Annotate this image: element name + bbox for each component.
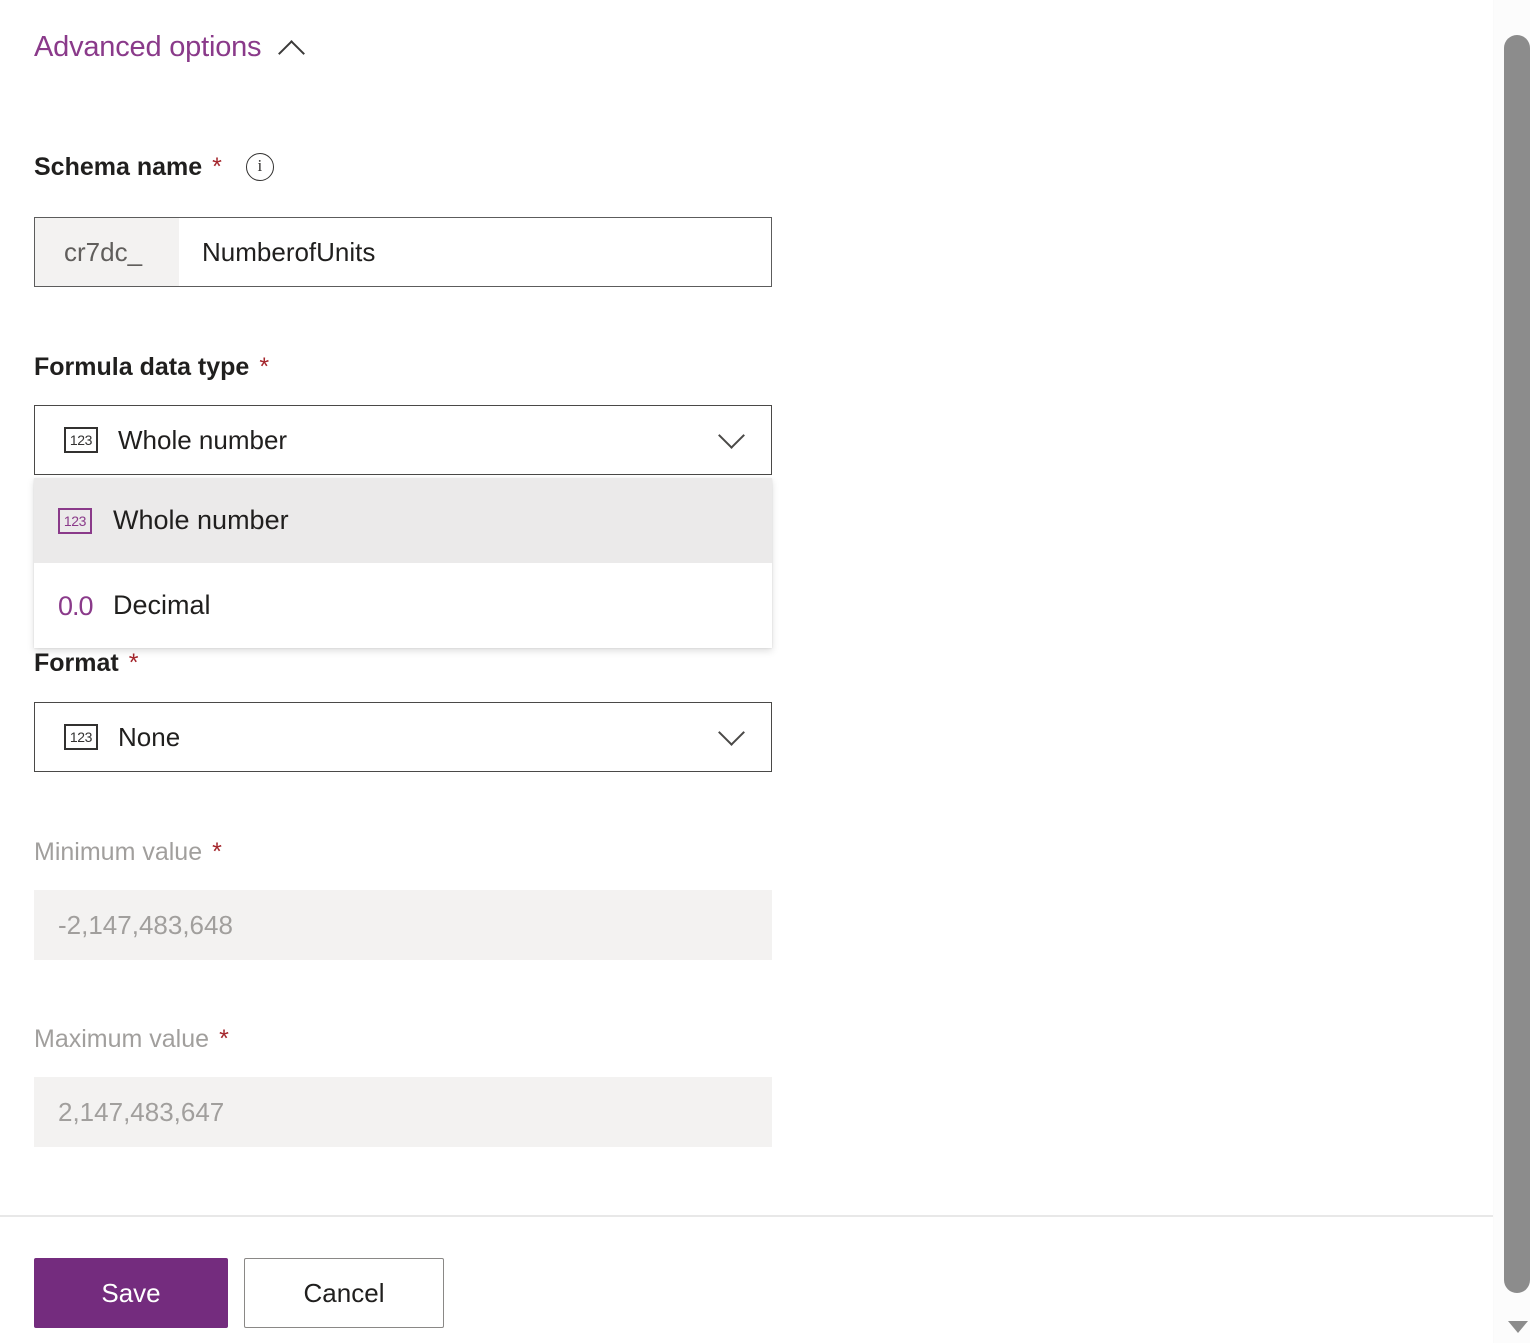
number-123-icon [64, 724, 98, 750]
chevron-down-icon[interactable] [719, 721, 745, 747]
formula-data-type-required-mark: * [259, 352, 269, 382]
dropdown-option-label: Whole number [113, 505, 289, 536]
dropdown-option-whole-number[interactable]: Whole number [34, 478, 772, 563]
format-label-text: Format [34, 648, 119, 678]
footer-divider [0, 1215, 1494, 1217]
schema-name-label: Schema name * [34, 152, 274, 182]
minimum-value-required-mark: * [212, 837, 222, 867]
maximum-value-label-text: Maximum value [34, 1024, 209, 1054]
dropdown-option-label: Decimal [113, 590, 211, 621]
schema-name-input[interactable]: NumberofUnits [179, 218, 771, 286]
format-selected-value: None [118, 722, 180, 753]
minimum-value-input[interactable]: -2,147,483,648 [34, 890, 772, 960]
advanced-options-toggle[interactable]: Advanced options [34, 30, 307, 64]
format-required-mark: * [129, 648, 139, 678]
number-123-icon [58, 508, 92, 534]
schema-name-required-mark: * [212, 152, 222, 182]
schema-name-label-text: Schema name [34, 152, 202, 182]
scroll-down-arrow-icon[interactable] [1508, 1321, 1528, 1333]
chevron-down-icon[interactable] [719, 424, 745, 450]
schema-name-prefix: cr7dc_ [35, 218, 179, 286]
scrollbar-thumb[interactable] [1504, 35, 1530, 1293]
minimum-value-label: Minimum value * [34, 837, 222, 867]
maximum-value-input[interactable]: 2,147,483,647 [34, 1077, 772, 1147]
formula-data-type-combobox[interactable]: Whole number [34, 405, 772, 475]
chevron-up-icon [277, 32, 307, 62]
formula-data-type-selected-value: Whole number [118, 425, 287, 456]
advanced-options-label: Advanced options [34, 30, 261, 64]
cancel-button[interactable]: Cancel [244, 1258, 444, 1328]
maximum-value-required-mark: * [219, 1024, 229, 1054]
save-button[interactable]: Save [34, 1258, 228, 1328]
minimum-value-label-text: Minimum value [34, 837, 202, 867]
formula-data-type-dropdown-list[interactable]: Whole number 0.0 Decimal [34, 478, 772, 648]
format-label: Format * [34, 648, 138, 678]
schema-name-field[interactable]: cr7dc_ NumberofUnits [34, 217, 772, 287]
advanced-options-panel: Advanced options Schema name * cr7dc_ Num… [0, 0, 1494, 1343]
maximum-value-label: Maximum value * [34, 1024, 229, 1054]
decimal-00-icon: 0.0 [58, 593, 92, 619]
formula-data-type-label: Formula data type * [34, 352, 269, 382]
number-123-icon [64, 427, 98, 453]
dropdown-option-decimal[interactable]: 0.0 Decimal [34, 563, 772, 648]
vertical-scrollbar[interactable] [1493, 0, 1530, 1343]
info-icon[interactable] [246, 153, 274, 181]
format-combobox[interactable]: None [34, 702, 772, 772]
formula-data-type-label-text: Formula data type [34, 352, 249, 382]
